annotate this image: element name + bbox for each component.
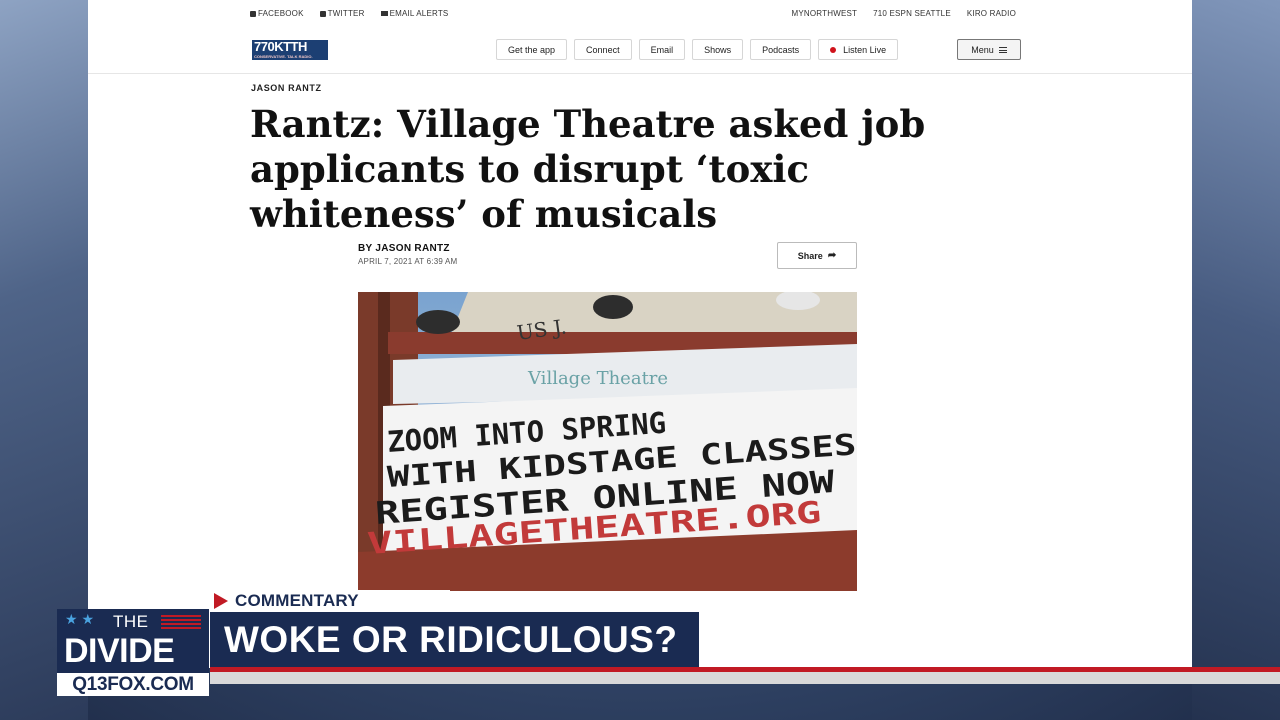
article-byline: BY JASON RANTZ APRIL 7, 2021 AT 6:39 AM xyxy=(358,243,457,266)
listen-live-button[interactable]: Listen Live xyxy=(818,39,899,60)
stars-icon: ★★ xyxy=(65,611,99,627)
site-logo[interactable]: 770KTTH CONSERVATIVE. TALK RADIO. xyxy=(252,40,328,60)
share-arrow-icon: ➦ xyxy=(827,250,837,261)
logo-tagline: CONSERVATIVE. TALK RADIO. xyxy=(254,54,313,59)
twitter-icon xyxy=(319,10,326,17)
get-app-button[interactable]: Get the app xyxy=(496,39,568,60)
facebook-label: FACEBOOK xyxy=(258,9,304,18)
logo-number: 770 xyxy=(254,39,275,54)
email-button[interactable]: Email xyxy=(638,39,686,60)
connect-button[interactable]: Connect xyxy=(574,39,632,60)
theatre-marquee-image: US J. Village Theatre ZOOM INTO SPRING W… xyxy=(358,292,857,591)
facebook-link[interactable]: FACEBOOK xyxy=(250,9,304,18)
byline-author[interactable]: BY JASON RANTZ xyxy=(358,243,457,254)
the-divide-logo: ★★ THE DIVIDE Q13FOX.COM xyxy=(57,609,209,696)
marquee-sign-header: Village Theatre xyxy=(527,368,668,389)
share-label: Share xyxy=(797,250,823,261)
site-link-kiro[interactable]: KIRO RADIO xyxy=(967,9,1016,18)
flag-stripes-icon xyxy=(161,615,201,629)
article-kicker[interactable]: JASON RANTZ xyxy=(251,83,322,93)
background-right xyxy=(1192,0,1280,720)
commentary-tag: COMMENTARY xyxy=(210,590,450,612)
logo-letters: KTTH xyxy=(274,39,307,54)
lower-third-headline-bar: WOKE OR RIDICULOUS? xyxy=(210,612,699,667)
show-the: THE xyxy=(113,612,149,631)
top-bar: FACEBOOK TWITTER EMAIL ALERTS MYNORTHWES… xyxy=(88,0,1192,26)
email-alerts-label: EMAIL ALERTS xyxy=(389,9,449,18)
menu-label: Menu xyxy=(971,44,994,55)
station-site: Q13FOX.COM xyxy=(57,673,209,696)
shows-button[interactable]: Shows xyxy=(692,39,744,60)
social-links: FACEBOOK TWITTER EMAIL ALERTS xyxy=(250,9,448,18)
play-triangle-icon xyxy=(214,593,228,609)
site-link-mynorthwest[interactable]: MYNORTHWEST xyxy=(792,9,858,18)
site-navbar: 770KTTH CONSERVATIVE. TALK RADIO. Get th… xyxy=(88,26,1192,74)
share-button[interactable]: Share ➦ xyxy=(777,242,857,269)
podcasts-button[interactable]: Podcasts xyxy=(750,39,812,60)
twitter-link[interactable]: TWITTER xyxy=(319,9,365,18)
show-name: DIVIDE xyxy=(64,632,175,670)
site-link-espn[interactable]: 710 ESPN SEATTLE xyxy=(873,9,951,18)
mail-icon xyxy=(380,11,388,16)
article-photo: US J. Village Theatre ZOOM INTO SPRING W… xyxy=(358,292,857,591)
lower-third-grey-bar xyxy=(210,672,1280,684)
network-links: MYNORTHWEST 710 ESPN SEATTLE KIRO RADIO xyxy=(792,9,1017,18)
webpage: FACEBOOK TWITTER EMAIL ALERTS MYNORTHWES… xyxy=(88,0,1192,668)
nav-buttons: Get the app Connect Email Shows Podcasts… xyxy=(496,39,899,60)
menu-button[interactable]: Menu xyxy=(957,39,1021,60)
listen-live-label: Listen Live xyxy=(843,44,887,55)
byline-date: APRIL 7, 2021 AT 6:39 AM xyxy=(358,257,458,266)
twitter-label: TWITTER xyxy=(327,9,365,18)
lower-third-headline: WOKE OR RIDICULOUS? xyxy=(224,618,678,660)
facebook-icon xyxy=(250,10,256,17)
live-dot-icon xyxy=(830,46,837,53)
article-headline: Rantz: Village Theatre asked job applica… xyxy=(250,102,926,236)
email-alerts-link[interactable]: EMAIL ALERTS xyxy=(380,9,449,18)
commentary-label: COMMENTARY xyxy=(235,591,359,610)
hamburger-icon xyxy=(998,46,1007,53)
